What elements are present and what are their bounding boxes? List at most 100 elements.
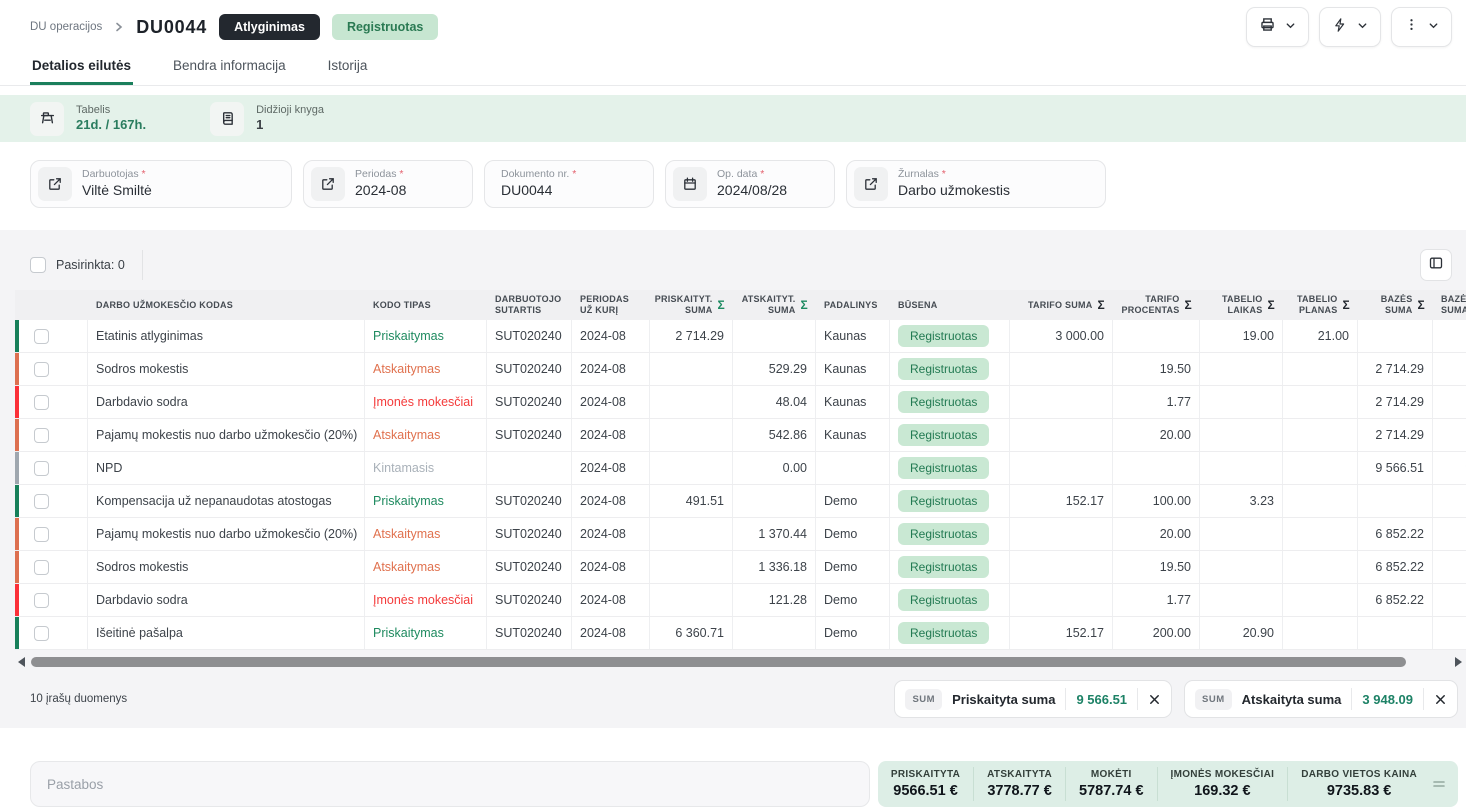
column-header-busena[interactable]: BŪSENA [890,290,1010,320]
field-3[interactable]: Op. data * 2024/08/28 [665,160,835,208]
table-row[interactable]: Sodros mokestisAtskaitymasSUT0202402024-… [15,551,1466,584]
table-row[interactable]: Sodros mokestisAtskaitymasSUT0202402024-… [15,353,1466,386]
scroll-left-arrow-icon[interactable] [18,657,25,667]
cell-kodas: Pajamų mokestis nuo darbo užmokesčio (20… [88,419,365,451]
cell-bazes_suma [1358,320,1433,352]
tab-0[interactable]: Detalios eilutės [30,50,133,85]
column-header-bazes_bruto[interactable]: BAZĖS BRUTO SUMA [1433,290,1466,320]
row-status-badge[interactable]: Registruotas [898,325,989,347]
column-header-atskaityta[interactable]: ATSKAITYT. SUMAΣ [733,290,816,320]
column-header-tarifo_proc[interactable]: TARIFO PROCENTASΣ [1113,290,1200,320]
row-checkbox[interactable] [34,593,49,608]
cell-tab_laikas [1200,386,1283,418]
field-label: Darbuotojas * [82,168,152,181]
tab-bar: Detalios eilutės Bendra informacija Istori… [0,50,1466,86]
cell-priskaityta [650,386,733,418]
document-fields: Darbuotojas * Viltė SmiltėPeriodas * 202… [0,142,1466,208]
close-icon[interactable] [1434,693,1447,706]
field-label: Dokumento nr. * [501,168,576,181]
row-status-badge[interactable]: Registruotas [898,424,989,446]
column-header-bazes_suma[interactable]: BAZĖS SUMAΣ [1358,290,1433,320]
row-checkbox[interactable] [34,494,49,509]
tab-2[interactable]: Istorija [326,50,370,85]
more-button[interactable] [1391,7,1452,47]
field-0[interactable]: Darbuotojas * Viltė Smiltė [30,160,292,208]
total-2: MOKĖTI 5787.74 € [1066,767,1158,801]
row-status-badge[interactable]: Registruotas [898,622,989,644]
cell-periodas: 2024-08 [572,617,650,649]
row-checkbox[interactable] [34,395,49,410]
column-header-periodas[interactable]: PERIODAS UŽ KURĮ [572,290,650,320]
scrollbar-track[interactable] [31,657,1449,667]
column-header-priskaityta[interactable]: PRISKAITYT. SUMAΣ [650,290,733,320]
cell-sutartis: SUT020240 [487,485,572,517]
row-status-badge[interactable]: Registruotas [898,523,989,545]
field-2[interactable]: Dokumento nr. * DU0044 [484,160,654,208]
table-row[interactable]: Etatinis atlyginimasPriskaitymasSUT02024… [15,320,1466,353]
column-header-kodas[interactable]: DARBO UŽMOKESČIO KODAS [88,290,365,320]
divider [1137,688,1138,710]
row-status-badge[interactable]: Registruotas [898,391,989,413]
column-header-tipas[interactable]: KODO TIPAS [365,290,487,320]
sum-sigma-icon[interactable]: Σ [718,298,725,312]
cell-busena: Registruotas [890,419,1010,451]
row-checkbox[interactable] [34,362,49,377]
sum-sigma-icon[interactable]: Σ [1418,298,1425,312]
row-checkbox[interactable] [34,527,49,542]
sum-sigma-icon[interactable]: Σ [1185,298,1192,312]
cell-kodas: Kompensacija už nepanaudotas atostogas [88,485,365,517]
row-checkbox[interactable] [34,560,49,575]
table-row[interactable]: Darbdavio sodraĮmonės mokesčiaiSUT020240… [15,584,1466,617]
infobar-item-1[interactable]: Didžioji knyga 1 [210,102,324,136]
column-header-tab_laikas[interactable]: TABELIO LAIKASΣ [1200,290,1283,320]
cell-tab_planas [1283,419,1358,451]
table-row[interactable]: Kompensacija už nepanaudotas atostogasPr… [15,485,1466,518]
column-header-padalinys[interactable]: PADALINYS [816,290,890,320]
field-4[interactable]: Žurnalas * Darbo užmokestis [846,160,1106,208]
select-all-checkbox[interactable] [30,257,46,273]
cell-atskaityta [733,320,816,352]
tab-1[interactable]: Bendra informacija [171,50,288,85]
table-row[interactable]: Pajamų mokestis nuo darbo užmokesčio (20… [15,518,1466,551]
row-checkbox[interactable] [34,428,49,443]
scrollbar-thumb[interactable] [31,657,1406,667]
row-status-badge[interactable]: Registruotas [898,490,989,512]
table-row[interactable]: Išeitinė pašalpaPriskaitymasSUT020240202… [15,617,1466,650]
cell-padalinys: Demo [816,617,890,649]
column-header-tab_planas[interactable]: TABELIO PLANASΣ [1283,290,1358,320]
sum-sigma-icon[interactable]: Σ [1098,298,1105,312]
row-checkbox[interactable] [34,626,49,641]
column-header-tarifo_suma[interactable]: TARIFO SUMAΣ [1010,290,1113,320]
scroll-right-arrow-icon[interactable] [1455,657,1462,667]
row-checkbox[interactable] [34,461,49,476]
cell-tab_planas: 21.00 [1283,320,1358,352]
table-row[interactable]: Pajamų mokestis nuo darbo užmokesčio (20… [15,419,1466,452]
row-checkbox[interactable] [34,329,49,344]
notes-input[interactable] [30,761,870,807]
sum-sigma-icon[interactable]: Σ [801,298,808,312]
row-status-badge[interactable]: Registruotas [898,457,989,479]
menu-icon[interactable] [1430,777,1448,791]
column-header-sutartis[interactable]: DARBUOTOJO SUTARTIS [487,290,572,320]
row-status-badge[interactable]: Registruotas [898,358,989,380]
row-status-badge[interactable]: Registruotas [898,556,989,578]
infobar-item-0[interactable]: Tabelis 21d. / 167h. [30,102,146,136]
cell-tipas: Įmonės mokesčiai [365,386,487,418]
row-status-badge[interactable]: Registruotas [898,589,989,611]
actions-button[interactable] [1319,7,1381,47]
sum-sigma-icon[interactable]: Σ [1343,298,1350,312]
print-button[interactable] [1246,7,1309,47]
field-1[interactable]: Periodas * 2024-08 [303,160,473,208]
cell-kodas: Išeitinė pašalpa [88,617,365,649]
table-row[interactable]: NPDKintamasis2024-080.00Registruotas9 56… [15,452,1466,485]
cell-select [15,485,88,517]
sum-sigma-icon[interactable]: Σ [1268,298,1275,312]
close-icon[interactable] [1148,693,1161,706]
cell-padalinys: Demo [816,551,890,583]
table-row[interactable]: Darbdavio sodraĮmonės mokesčiaiSUT020240… [15,386,1466,419]
breadcrumb[interactable]: DU operacijos [30,21,102,33]
cell-select [15,320,88,352]
topbar: DU operacijos DU0044 Atlyginimas Registr… [0,0,1466,46]
cell-tab_planas [1283,584,1358,616]
column-settings-button[interactable] [1420,249,1452,281]
